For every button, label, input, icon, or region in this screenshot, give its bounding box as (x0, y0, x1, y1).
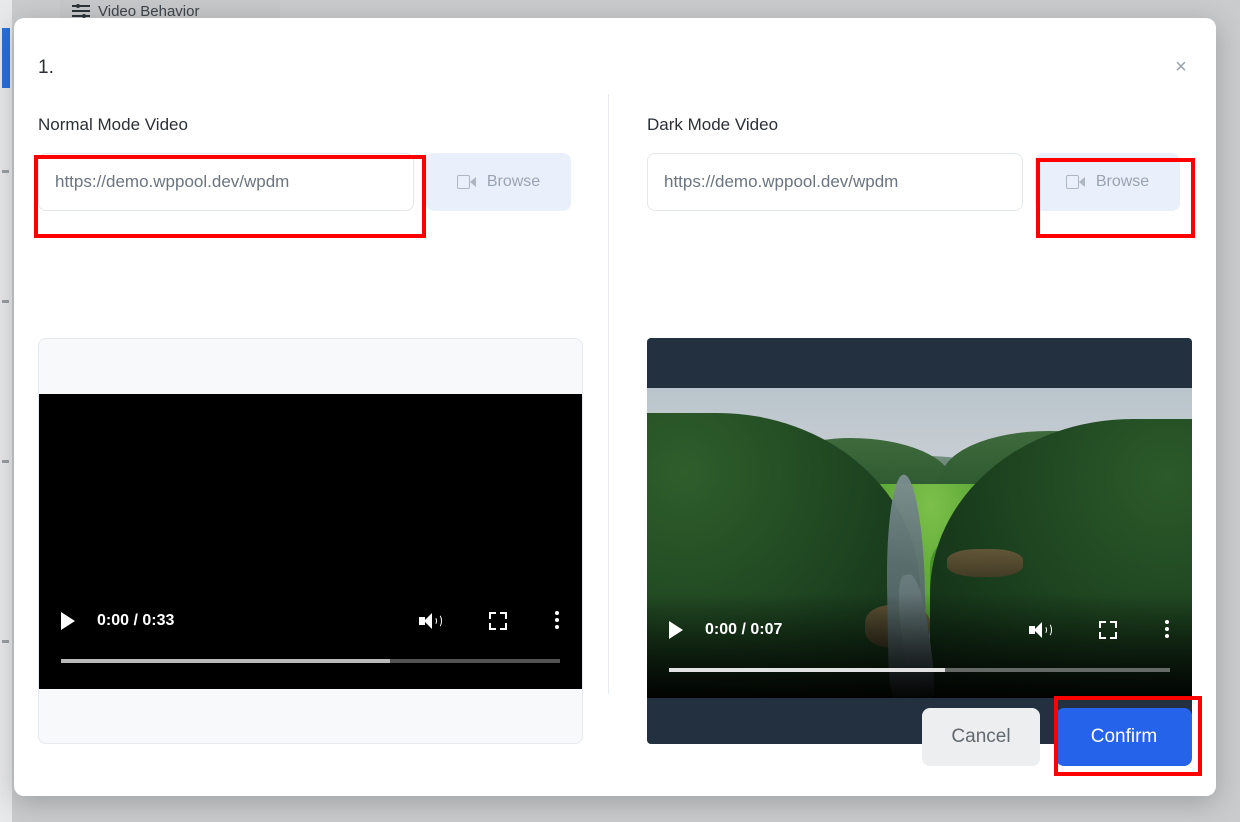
dark-mode-time-label: 0:00 / 0:07 (705, 620, 783, 638)
volume-high-icon[interactable] (419, 612, 442, 630)
confirm-button[interactable]: Confirm (1056, 708, 1192, 766)
modal-header: 1. × (14, 18, 1216, 94)
normal-mode-progress-bar[interactable] (61, 659, 560, 663)
normal-mode-column: Normal Mode Video Browse 0:00 / 0:33 (38, 94, 608, 744)
play-icon[interactable] (61, 611, 75, 630)
fullscreen-icon[interactable] (489, 611, 507, 630)
more-vertical-icon[interactable] (1165, 620, 1170, 639)
normal-mode-time-label: 0:00 / 0:33 (97, 611, 175, 629)
normal-mode-url-input[interactable] (38, 153, 414, 211)
volume-high-icon[interactable] (1029, 621, 1052, 639)
normal-mode-video-preview[interactable]: 0:00 / 0:33 (38, 338, 583, 744)
modal-body: Normal Mode Video Browse 0:00 / 0:33 (14, 94, 1216, 744)
background-sidebar-marks (0, 0, 12, 822)
modal-footer: Cancel Confirm (922, 708, 1192, 766)
dark-mode-column: Dark Mode Video Browse (608, 94, 1192, 744)
video-camera-icon (456, 175, 476, 189)
dark-mode-progress-bar[interactable] (669, 668, 1170, 672)
dark-mode-video-controls: 0:00 / 0:07 (647, 602, 1192, 698)
normal-mode-video-controls: 0:00 / 0:33 (39, 593, 582, 689)
more-vertical-icon[interactable] (555, 611, 560, 630)
normal-mode-video-surface[interactable]: 0:00 / 0:33 (39, 394, 582, 689)
video-settings-modal: 1. × Normal Mode Video Browse (14, 18, 1216, 796)
normal-mode-label: Normal Mode Video (38, 115, 188, 134)
dark-mode-input-row: Browse (647, 153, 1192, 211)
dark-mode-video-surface[interactable]: 0:00 / 0:07 (647, 388, 1192, 698)
play-icon[interactable] (669, 620, 683, 639)
sliders-icon (72, 3, 90, 19)
background-menu-item-label: Video Behavior (98, 2, 200, 20)
fullscreen-icon[interactable] (1099, 620, 1117, 639)
dark-mode-label: Dark Mode Video (647, 115, 779, 134)
normal-mode-input-row: Browse (38, 153, 583, 211)
dark-mode-browse-button[interactable]: Browse (1035, 153, 1180, 211)
cancel-button[interactable]: Cancel (922, 708, 1040, 766)
dark-mode-browse-label: Browse (1095, 173, 1150, 190)
modal-title: 1. (38, 57, 54, 78)
video-camera-icon (1065, 175, 1085, 189)
dark-mode-url-input[interactable] (647, 153, 1023, 211)
close-icon[interactable]: × (1168, 54, 1194, 80)
dark-mode-progress-fill (669, 668, 945, 672)
normal-mode-progress-fill (61, 659, 391, 663)
normal-mode-browse-button[interactable]: Browse (426, 153, 571, 211)
normal-mode-browse-label: Browse (486, 173, 541, 190)
dark-mode-video-preview[interactable]: 0:00 / 0:07 (647, 338, 1192, 744)
scene-dirt-patch-a (946, 549, 1024, 578)
